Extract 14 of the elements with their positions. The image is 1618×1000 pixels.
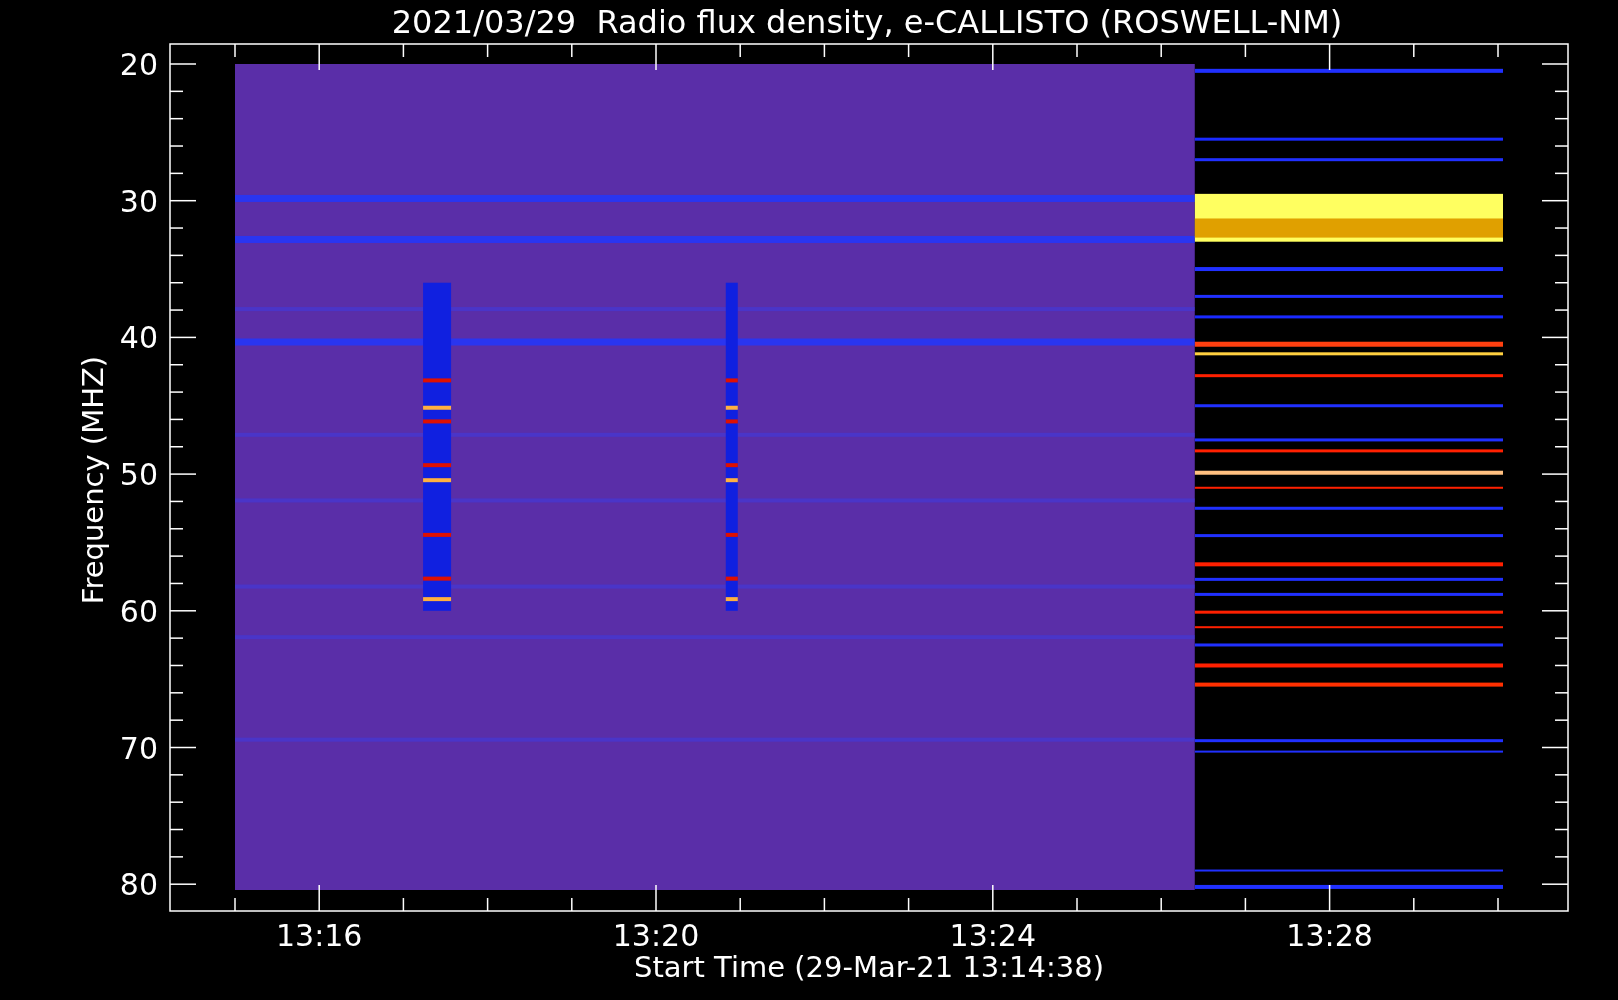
x-tick-label: 13:28 [1286, 918, 1373, 953]
x-axis-label: Start Time (29-Mar-21 13:14:38) [634, 950, 1104, 984]
y-tick-label: 40 [119, 320, 158, 356]
x-tick-label: 13:20 [612, 918, 700, 953]
y-tick-label: 60 [119, 593, 158, 629]
y-tick-label: 80 [119, 867, 158, 903]
y-tick-label: 50 [119, 457, 158, 493]
plot-title: 2021/03/29 Radio flux density, e-CALLISTO (ROSWELL-NM) [391, 1, 1343, 42]
x-tick-label: 13:24 [949, 918, 1037, 953]
y-tick-label: 30 [119, 183, 158, 219]
y-tick-label: 70 [119, 730, 158, 766]
y-axis-label: Frequency (MHZ) [76, 355, 110, 605]
y-tick-label: 20 [119, 47, 158, 82]
x-tick-label: 13:16 [275, 918, 363, 953]
